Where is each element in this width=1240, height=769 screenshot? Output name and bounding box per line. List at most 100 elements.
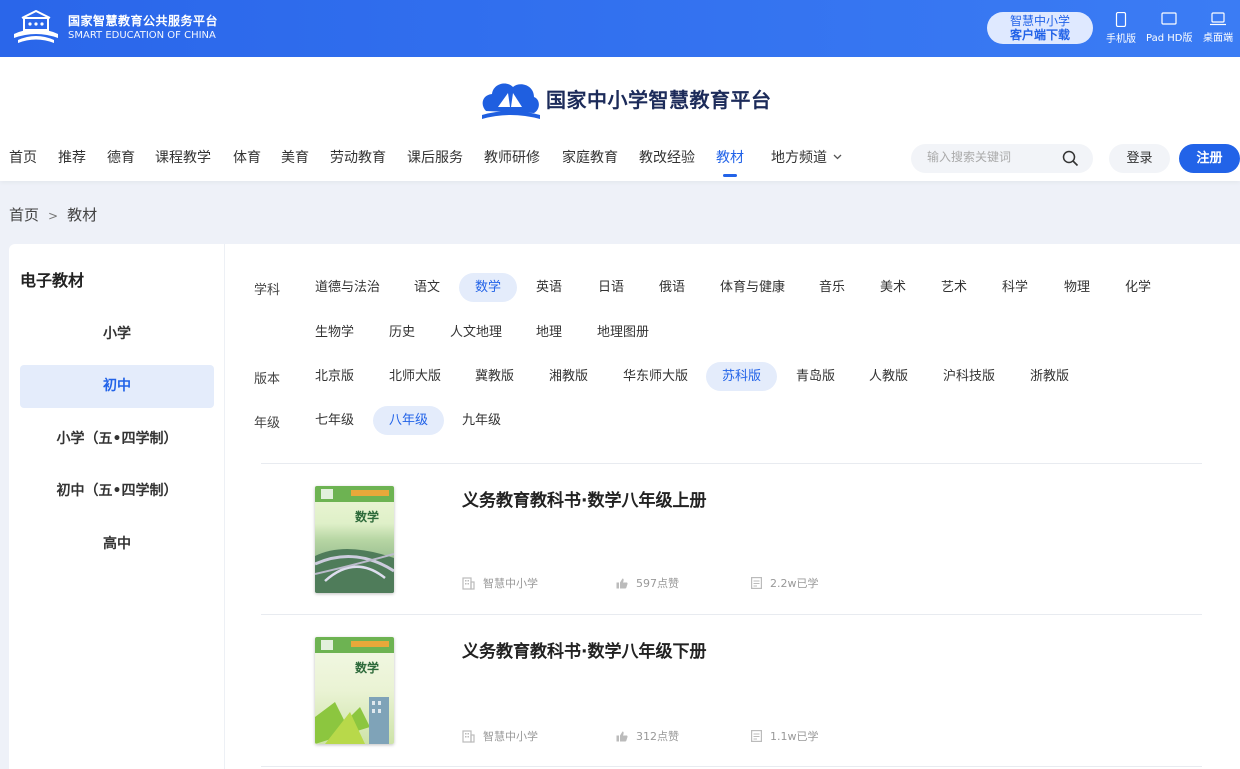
divider [261, 463, 1202, 464]
book-likes-text: 597点赞 [636, 577, 679, 590]
document-icon [751, 730, 762, 742]
book-source-text: 智慧中小学 [483, 730, 538, 743]
sidebar-item-primary-54[interactable]: 小学（五•四学制） [20, 418, 214, 461]
subject-chip[interactable]: 艺术 [925, 273, 983, 302]
subject-chip[interactable]: 道德与法治 [299, 273, 396, 302]
book-title[interactable]: 义务教育教科书·数学八年级上册 [462, 486, 706, 511]
nav-aesthetics[interactable]: 美育 [281, 147, 309, 167]
breadcrumb: 首页 > 教材 [9, 204, 97, 225]
mobile-version-label: 手机版 [1106, 34, 1136, 45]
edition-chip[interactable]: 沪科技版 [927, 362, 1011, 391]
sidebar-item-junior-54[interactable]: 初中（五•四学制） [20, 470, 214, 513]
breadcrumb-separator: > [48, 209, 59, 223]
book-likes-text: 312点赞 [636, 730, 679, 743]
register-button[interactable]: 注册 [1179, 144, 1240, 173]
client-download-button[interactable]: 智慧中小学 客户端下载 [987, 12, 1093, 44]
brand[interactable]: 国家智慧教育公共服务平台 SMART EDUCATION OF CHINA [10, 10, 218, 46]
cover-title: 数学 [355, 660, 379, 675]
subject-chip[interactable]: 语文 [398, 273, 456, 302]
book-cover[interactable]: 数学 [315, 486, 394, 593]
nav-textbooks[interactable]: 教材 [716, 147, 744, 167]
edition-chip[interactable]: 浙教版 [1014, 362, 1085, 391]
phone-icon [1115, 12, 1127, 27]
login-button[interactable]: 登录 [1109, 144, 1170, 173]
nav-courses[interactable]: 课程教学 [155, 147, 211, 167]
subject-chip[interactable]: 人文地理 [434, 318, 518, 347]
book-learners-text: 1.1w已学 [770, 730, 819, 743]
mobile-version-link[interactable]: 手机版 [1106, 12, 1136, 45]
content-card: 电子教材 小学 初中 小学（五•四学制） 初中（五•四学制） 高中 学科 道德与… [9, 244, 1240, 769]
book-learners: 1.1w已学 [751, 728, 819, 744]
sidebar-item-junior[interactable]: 初中 [20, 365, 214, 408]
nav-moral[interactable]: 德育 [107, 147, 135, 167]
subject-chip[interactable]: 物理 [1048, 273, 1106, 302]
site-logo[interactable]: 国家中小学智慧教育平台 [480, 77, 772, 119]
book-item[interactable]: 数学 义务教育教科书·数学八年级下册 智慧中小学 312点赞 1.1w已学 [261, 637, 1201, 769]
search-input[interactable] [927, 150, 1057, 164]
grade-label: 年级 [254, 416, 281, 431]
nav-labor[interactable]: 劳动教育 [330, 147, 386, 167]
sidebar-title: 电子教材 [20, 271, 85, 290]
nav-recommend[interactable]: 推荐 [58, 147, 86, 167]
subject-chip[interactable]: 科学 [986, 273, 1044, 302]
desktop-version-label: 桌面端 [1203, 33, 1233, 44]
subject-chip[interactable]: 英语 [520, 273, 578, 302]
book-likes: 597点赞 [616, 575, 679, 591]
breadcrumb-home[interactable]: 首页 [9, 206, 39, 224]
document-icon [751, 577, 762, 589]
nav-local-channels[interactable]: 地方频道 [771, 147, 842, 167]
edition-chip[interactable]: 苏科版 [706, 362, 778, 391]
download-line1: 智慧中小学 [1009, 14, 1070, 28]
breadcrumb-current: 教材 [67, 206, 98, 224]
subject-chip[interactable]: 体育与健康 [704, 273, 801, 302]
subject-chip[interactable]: 音乐 [803, 273, 861, 302]
book-learners: 2.2w已学 [751, 575, 819, 591]
book-source: 智慧中小学 [462, 575, 538, 591]
book-source-text: 智慧中小学 [483, 577, 538, 590]
grade-chip[interactable]: 七年级 [299, 406, 370, 435]
pad-version-label: Pad HD版 [1146, 33, 1193, 44]
divider [261, 766, 1202, 767]
cloud-book-logo-icon [482, 83, 540, 119]
subject-chip[interactable]: 俄语 [643, 273, 701, 302]
sidebar: 电子教材 小学 初中 小学（五•四学制） 初中（五•四学制） 高中 [9, 244, 225, 769]
subject-chip[interactable]: 化学 [1109, 273, 1167, 302]
sidebar-item-primary[interactable]: 小学 [20, 313, 214, 356]
edition-chip[interactable]: 湘教版 [533, 362, 604, 391]
desktop-version-link[interactable]: 桌面端 [1203, 12, 1233, 44]
nav-teacher-training[interactable]: 教师研修 [484, 147, 540, 167]
sidebar-item-senior[interactable]: 高中 [20, 523, 214, 566]
subject-chip[interactable]: 美术 [864, 273, 922, 302]
nav-after-school[interactable]: 课后服务 [407, 147, 463, 167]
subject-chip[interactable]: 历史 [373, 318, 431, 347]
chevron-down-icon [833, 154, 842, 160]
edition-chip[interactable]: 青岛版 [780, 362, 851, 391]
grade-chip[interactable]: 九年级 [446, 406, 517, 435]
edition-chip[interactable]: 华东师大版 [607, 362, 704, 391]
book-title[interactable]: 义务教育教科书·数学八年级下册 [462, 637, 706, 662]
subject-chip[interactable]: 日语 [582, 273, 640, 302]
edition-label: 版本 [254, 372, 281, 387]
book-likes: 312点赞 [616, 728, 679, 744]
edition-chip[interactable]: 冀教版 [459, 362, 530, 391]
subject-chip[interactable]: 数学 [459, 273, 518, 302]
nav-reform[interactable]: 教改经验 [639, 147, 695, 167]
book-cover[interactable]: 数学 [315, 637, 394, 744]
subject-chip[interactable]: 生物学 [299, 318, 370, 347]
laptop-icon [1210, 12, 1226, 26]
edition-chip[interactable]: 北师大版 [373, 362, 457, 391]
subject-chip[interactable]: 地理图册 [581, 318, 665, 347]
nav-family[interactable]: 家庭教育 [562, 147, 618, 167]
brand-name-cn: 国家智慧教育公共服务平台 [68, 14, 219, 28]
search-box [911, 144, 1093, 173]
nav-sports[interactable]: 体育 [233, 147, 261, 167]
site-title: 国家中小学智慧教育平台 [546, 87, 772, 112]
nav-home[interactable]: 首页 [9, 147, 37, 167]
edition-chip[interactable]: 北京版 [299, 362, 370, 391]
subject-chip[interactable]: 地理 [520, 318, 578, 347]
grade-chip[interactable]: 八年级 [373, 406, 445, 435]
edition-chip[interactable]: 人教版 [853, 362, 924, 391]
pad-version-link[interactable]: Pad HD版 [1146, 12, 1192, 44]
search-icon[interactable] [1062, 150, 1079, 167]
tablet-icon [1161, 12, 1177, 25]
